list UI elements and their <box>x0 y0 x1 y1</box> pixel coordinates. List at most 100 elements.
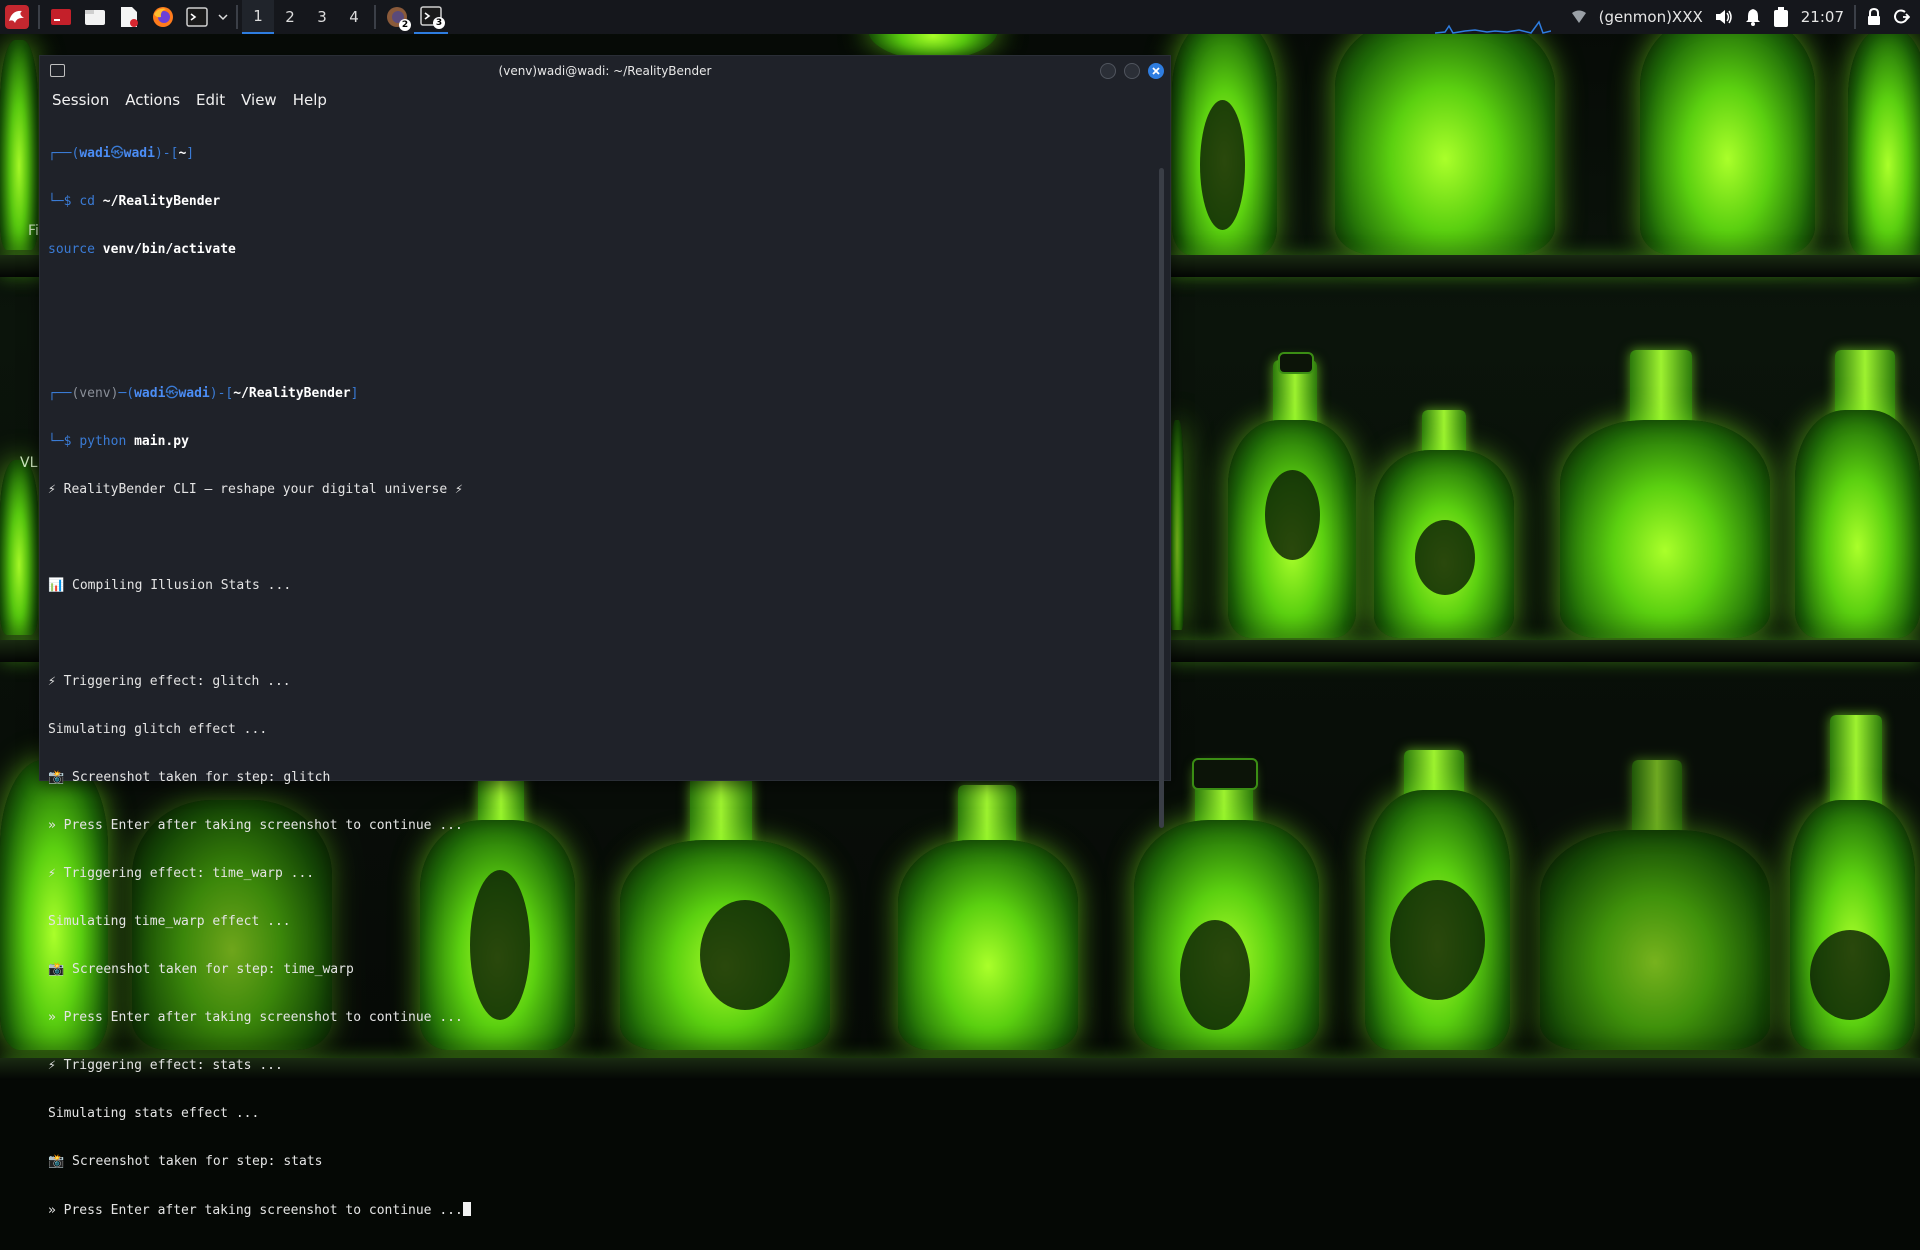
output-line: Simulating time_warp effect ... <box>48 914 291 929</box>
genmon-label[interactable]: (genmon)XXX <box>1593 0 1709 34</box>
wallpaper-silhouette <box>1265 470 1320 560</box>
terminal-icon <box>186 7 208 27</box>
menu-help[interactable]: Help <box>291 89 329 111</box>
maximize-button[interactable] <box>1124 63 1140 79</box>
kali-menu-button[interactable] <box>0 0 34 34</box>
text-editor-button[interactable] <box>112 0 146 34</box>
panel-separator <box>236 5 238 29</box>
wallpaper-silhouette <box>1390 880 1485 1000</box>
command-name: source <box>48 242 95 257</box>
output-line: ⚡ RealityBender CLI — reshape your digit… <box>48 482 463 497</box>
window-menu-icon[interactable] <box>50 64 65 77</box>
show-desktop-button[interactable] <box>44 0 78 34</box>
workspace-4[interactable]: 4 <box>338 0 370 34</box>
output-text: » Press Enter after taking screenshot to… <box>48 1203 463 1218</box>
taskbar-terminal-group[interactable]: 3 <box>414 0 448 34</box>
firefox-button[interactable] <box>146 0 180 34</box>
window-count-badge: 3 <box>433 17 445 29</box>
prompt-line: ┌──(venv)─(wadi㉿wadi)-[~/RealityBender] <box>48 386 359 401</box>
prompt-venv: (venv) <box>71 386 119 401</box>
volume-icon[interactable] <box>1709 0 1739 34</box>
output-line-last: » Press Enter after taking screenshot to… <box>48 1202 1152 1218</box>
workspace-3[interactable]: 3 <box>306 0 338 34</box>
minimize-button[interactable] <box>1100 63 1116 79</box>
command-arg: venv/bin/activate <box>102 242 236 257</box>
output-line: ⚡ Triggering effect: glitch ... <box>48 674 291 689</box>
menu-bar: Session Actions Edit View Help <box>40 86 1170 114</box>
desktop-icon-label[interactable]: Fi <box>28 223 39 239</box>
output-line: Simulating glitch effect ... <box>48 722 268 737</box>
window-count-badge: 2 <box>399 19 411 31</box>
prompt-line: ┌──(wadi㉿wadi)-[~] <box>48 146 195 161</box>
close-icon <box>1152 67 1160 75</box>
chevron-down-icon <box>218 14 228 21</box>
wallpaper-bottle <box>1795 410 1920 638</box>
output-line: ⚡ Triggering effect: time_warp ... <box>48 866 315 881</box>
terminal-scrollbar[interactable] <box>1159 168 1164 828</box>
command-line: └─$ python main.py <box>48 434 189 449</box>
wallpaper-bottle <box>1335 15 1555 255</box>
clock[interactable]: 21:07 <box>1795 0 1850 34</box>
lock-screen-icon[interactable] <box>1860 0 1888 34</box>
panel-separator <box>374 5 376 29</box>
menu-edit[interactable]: Edit <box>194 89 227 111</box>
kali-dragon-icon <box>5 5 29 29</box>
command-line: source venv/bin/activate <box>48 242 1152 258</box>
logout-icon[interactable] <box>1888 0 1920 34</box>
menu-session[interactable]: Session <box>50 89 111 111</box>
battery-icon[interactable] <box>1767 0 1795 34</box>
text-editor-icon <box>121 7 138 27</box>
output-line: 📊 Compiling Illusion Stats ... <box>48 578 292 593</box>
workspace-1[interactable]: 1 <box>242 0 274 34</box>
prompt-user: wadi <box>79 146 111 161</box>
output-line: 📸 Screenshot taken for step: time_warp <box>48 962 354 977</box>
command-name: python <box>79 434 127 449</box>
folder-icon <box>85 10 105 25</box>
desktop-icon-label[interactable]: VL <box>20 455 37 471</box>
wallpaper-silhouette <box>1180 920 1250 1030</box>
terminal-output[interactable]: ┌──(wadi㉿wadi)-[~] └─$ cd ~/RealityBende… <box>48 114 1152 1218</box>
output-line: Simulating stats effect ... <box>48 1106 260 1121</box>
command-arg: ~/RealityBender <box>102 194 221 209</box>
workspace-2[interactable]: 2 <box>274 0 306 34</box>
wallpaper-bottle <box>1540 830 1770 1050</box>
command-line: └─$ cd ~/RealityBender <box>48 194 221 209</box>
wallpaper-bottle <box>1560 420 1770 638</box>
command-arg: main.py <box>134 434 189 449</box>
wallpaper-bottle <box>1170 420 1184 630</box>
launcher-dropdown-button[interactable] <box>214 0 232 34</box>
panel-separator <box>38 5 40 29</box>
terminal-launcher-button[interactable] <box>180 0 214 34</box>
output-line: » Press Enter after taking screenshot to… <box>48 1010 463 1025</box>
file-manager-button[interactable] <box>78 0 112 34</box>
desktop-icon <box>51 9 71 25</box>
prompt-dir: ~/RealityBender <box>233 386 351 401</box>
prompt-host: wadi <box>123 146 155 161</box>
firefox-icon <box>153 7 173 27</box>
prompt-host: wadi <box>178 386 210 401</box>
close-button[interactable] <box>1148 63 1164 79</box>
cpu-graph[interactable] <box>1434 0 1551 34</box>
prompt-user: wadi <box>134 386 166 401</box>
wallpaper-bottle <box>1640 15 1815 255</box>
wallpaper-bottle <box>1278 352 1314 374</box>
wallpaper-bottle <box>1192 758 1258 790</box>
network-icon[interactable] <box>1565 0 1593 34</box>
output-line: ⚡ Triggering effect: stats ... <box>48 1058 283 1073</box>
taskbar-firefox-group[interactable]: 2 <box>380 0 414 34</box>
panel-separator <box>1854 5 1856 29</box>
system-tray: (genmon)XXX 21:07 <box>1434 0 1920 34</box>
wallpaper-silhouette <box>1200 100 1245 230</box>
wallpaper-silhouette <box>1415 520 1475 595</box>
menu-view[interactable]: View <box>239 89 279 111</box>
wallpaper-bottle <box>0 460 38 635</box>
top-panel: 1 2 3 4 2 3 (genmon)XXX 21:07 <box>0 0 1920 34</box>
notification-bell-icon[interactable] <box>1739 0 1767 34</box>
terminal-window[interactable]: (venv)wadi@wadi: ~/RealityBender Session… <box>39 55 1171 1218</box>
wallpaper-bottle <box>0 40 38 250</box>
wallpaper-silhouette <box>1810 930 1890 1020</box>
window-titlebar[interactable]: (venv)wadi@wadi: ~/RealityBender <box>40 56 1170 86</box>
menu-actions[interactable]: Actions <box>123 89 182 111</box>
